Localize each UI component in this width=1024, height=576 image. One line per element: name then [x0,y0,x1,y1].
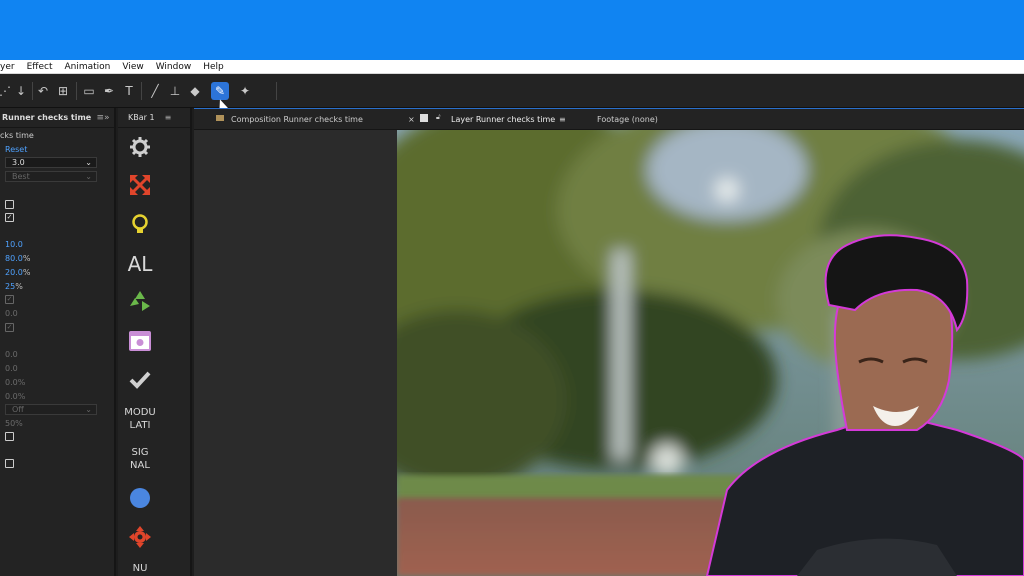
kbar-expand-button[interactable] [118,174,162,196]
tool-arrow-down-icon[interactable]: ↓ [12,82,30,100]
lightbulb-icon [132,214,148,233]
kbar-idea-button[interactable] [118,213,162,237]
dim-percent-value[interactable]: 50% [5,419,23,428]
kbar-al-button[interactable]: AL [118,252,162,276]
menu-effect[interactable]: Effect [21,62,59,72]
panel-menu-icon[interactable]: ≡ [559,115,566,124]
layer-footage-image[interactable] [397,130,1024,576]
gear-icon [130,137,150,157]
kbar-header: KBar 1 ≡ [118,108,190,128]
recycle-icon [130,291,150,311]
menu-animation[interactable]: Animation [58,62,116,72]
dim-value-1[interactable]: 0.0 [5,309,18,318]
panel-overflow-icon[interactable]: » [104,113,110,123]
checkbox-6[interactable] [5,459,14,468]
dim-value-5[interactable]: 0.0% [5,392,25,401]
checkbox-5[interactable] [5,432,14,441]
dropdown-off-text: Off [12,405,24,414]
effect-controls-header: Runner checks time ≡ » [0,108,114,128]
dropdown-value-1-text: 3.0 [12,158,25,167]
blue-circle-icon [130,488,150,508]
tool-stamp-icon[interactable]: ⊥ [166,82,184,100]
reset-link[interactable]: Reset [5,145,27,154]
value-field-3[interactable]: 20.0 [5,268,23,277]
menu-layer[interactable]: yer [0,62,21,72]
value-field-2-row: 80.0% [5,254,30,263]
kbar-title[interactable]: KBar 1 [128,113,155,122]
dropdown-quality-text: Best [12,172,30,181]
runner-photo [397,130,1024,576]
toolbar-divider [276,82,277,100]
kbar-modulation-button[interactable]: MODU LATI [118,406,162,432]
tool-eraser-icon[interactable]: ◆ [186,82,204,100]
effect-controls-panel: Runner checks time ≡ » cks time Reset 3.… [0,108,116,576]
menu-help[interactable]: Help [197,62,230,72]
kbar-nu-button[interactable]: NU [118,562,162,575]
folder-icon [216,114,224,123]
camera-window-icon [129,331,151,351]
value-field-1[interactable]: 10.0 [5,240,23,249]
tool-roto-brush-icon[interactable]: ✎ [211,82,229,100]
toolbar-divider [141,82,142,100]
panel-menu-icon[interactable]: ≡ [165,113,172,122]
tool-pen-icon[interactable]: ✒ [100,82,118,100]
menu-bar: yer Effect Animation View Window Help [0,60,1024,74]
chevron-down-icon: ⌄ [85,172,92,181]
toolbar-divider [32,82,33,100]
dropdown-quality[interactable]: Best ⌄ [5,171,97,182]
top-blue-band [0,0,1024,60]
value-field-2[interactable]: 80.0 [5,254,23,263]
panel-menu-icon[interactable]: ≡ [96,113,104,123]
effect-controls-tab[interactable]: Runner checks time [0,113,91,122]
checkbox-3[interactable]: ✓ [5,295,14,304]
dropdown-value-1[interactable]: 3.0 ⌄ [5,157,97,168]
toolbar-divider [76,82,77,100]
tools-toolbar: ⋰ ↓ ↶ ⊞ ▭ ✒ T ╱ ⊥ ◆ ✎ ✦ [0,74,1024,108]
close-icon[interactable]: × [408,115,415,124]
layer-name-label: cks time [0,131,34,140]
tab-composition-name: Runner checks time [283,115,363,124]
tab-composition[interactable]: Composition Runner checks time [231,115,363,124]
tool-puppet-pin-icon[interactable]: ✦ [236,82,254,100]
kbar-settings-button[interactable] [118,136,162,158]
move-arrows-icon [129,526,151,548]
checkbox-2[interactable]: ✓ [5,213,14,222]
dim-value-2[interactable]: 0.0 [5,350,18,359]
tool-brush-icon[interactable]: ╱ [146,82,164,100]
dropdown-off[interactable]: Off ⌄ [5,404,97,415]
kbar-render-button[interactable] [118,330,162,352]
menu-window[interactable]: Window [150,62,198,72]
chevron-down-icon: ⌄ [85,405,92,414]
menu-view[interactable]: View [116,62,149,72]
kbar-check-button[interactable] [118,371,162,389]
tool-text-icon[interactable]: T [120,82,138,100]
kbar-circle-button[interactable] [118,487,162,509]
value-field-4[interactable]: 25 [5,282,15,291]
chevron-down-icon: ⌄ [85,158,92,167]
dim-value-3[interactable]: 0.0 [5,364,18,373]
percent-sign: % [22,268,31,277]
viewer-tab-bar: Composition Runner checks time × 🔓︎ Laye… [194,108,1024,130]
checkmark-icon [129,371,151,389]
kbar-panel: KBar 1 ≡ AL MODU LATI SIG NAL NU [118,108,192,576]
percent-sign: % [15,282,23,291]
expand-arrows-icon [130,175,150,195]
lock-square-icon[interactable] [420,114,428,124]
kbar-signal-button[interactable]: SIG NAL [118,446,162,472]
tool-anchor-icon[interactable]: ⊞ [54,82,72,100]
kbar-recycle-button[interactable] [118,290,162,312]
tool-rotate-icon[interactable]: ↶ [34,82,52,100]
checkbox-4[interactable]: ✓ [5,323,14,332]
lock-icon[interactable]: 🔓︎ [436,113,441,122]
value-field-4-row: 25% [5,282,23,291]
checkbox-1[interactable] [5,200,14,209]
tool-rectangle-icon[interactable]: ▭ [80,82,98,100]
tab-composition-label: Composition [231,115,281,124]
tab-footage[interactable]: Footage (none) [597,115,658,124]
dim-value-4[interactable]: 0.0% [5,378,25,387]
tab-layer[interactable]: Layer Runner checks time [451,115,555,124]
value-field-3-row: 20.0% [5,268,30,277]
percent-sign: % [22,254,31,263]
kbar-move-button[interactable] [118,526,162,548]
